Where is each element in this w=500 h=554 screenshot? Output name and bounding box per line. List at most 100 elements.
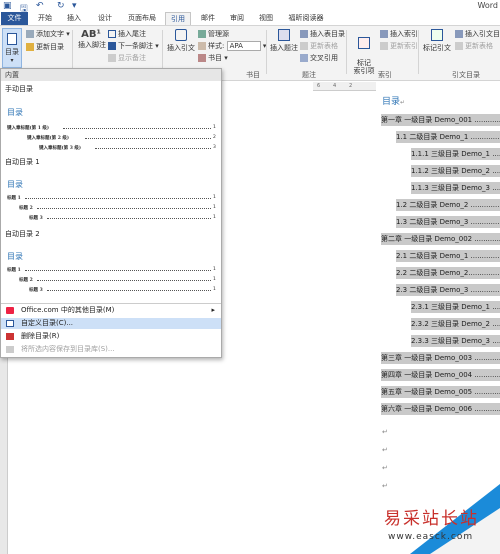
office-more-toc-item[interactable]: Office.com 中的其他目录(M) ▸ [1, 305, 221, 316]
toc-heading-text: 目录 [382, 97, 401, 107]
show-notes-icon [108, 54, 116, 62]
tab-review[interactable]: 审阅 [226, 12, 248, 25]
add-text-button[interactable]: 添加文字 ▾ [26, 29, 70, 39]
preview-title: 目录 [7, 180, 23, 189]
toc-dropdown-menu: 内置 手动目录 目录 键入章标题(第 1 级) 1 键入章标题(第 2 级) 2… [0, 68, 222, 358]
insert-caption-button[interactable]: 插入题注 [270, 29, 298, 53]
update-index-button[interactable]: 更新索引 [380, 41, 418, 51]
tab-foxit-reader[interactable]: 福昕阅读器 [283, 12, 329, 25]
toc-button[interactable]: 目录 ▾ [2, 28, 22, 68]
ruler-tick: 6 [317, 83, 321, 89]
next-footnote-button[interactable]: 下一条脚注 ▾ [108, 41, 159, 51]
captions-group-label: 题注 [302, 71, 316, 79]
chevron-right-icon: ▸ [211, 306, 215, 314]
preview-page-num: 1 [213, 205, 216, 210]
insert-caption-label: 插入题注 [270, 44, 298, 52]
update-table-icon [300, 42, 308, 50]
mark-entry-icon [358, 37, 370, 49]
tab-home[interactable]: 开始 [33, 12, 57, 25]
table-of-figures-icon [300, 30, 308, 38]
preview-leader [63, 128, 211, 129]
tab-insert[interactable]: 插入 [62, 12, 86, 25]
toc-entry-level-3[interactable]: 1.1.1 三级目录 Demo_1 .......... [411, 148, 500, 160]
chevron-down-icon: ▾ [10, 57, 14, 64]
toc-entry-level-3[interactable]: 2.3.3 三级目录 Demo_3 .......... [411, 335, 500, 347]
mark-citation-icon [431, 29, 443, 41]
update-toa-button[interactable]: 更新表格 [455, 41, 493, 51]
citations-group-label: 书目 [246, 71, 260, 79]
preview-leader [47, 290, 211, 291]
preview-leader [25, 198, 211, 199]
menu-item-label: 自定义目录(C)... [21, 319, 74, 327]
toc-entry-level-3[interactable]: 2.3.2 三级目录 Demo_2 .......... [411, 318, 500, 330]
window-title: Word [477, 1, 498, 10]
remove-toc-item[interactable]: 删除目录(R) [1, 331, 221, 342]
insert-table-of-figures-label: 插入表目录 [310, 30, 345, 38]
auto-toc-1-option[interactable]: 目录 标题 1 1 标题 2 1 标题 3 1 [5, 169, 219, 229]
tab-references[interactable]: 引用 [165, 12, 191, 25]
insert-citation-button[interactable]: 插入引文 [166, 29, 196, 53]
remove-toc-icon [6, 333, 14, 340]
tab-page-layout[interactable]: 页面布局 [124, 12, 160, 25]
toc-entry-level-1[interactable]: 第五章 一级目录 Demo_005 ............ [381, 386, 500, 398]
redo-icon[interactable]: ↻ [57, 1, 65, 11]
toc-entry-level-1[interactable]: 第六章 一级目录 Demo_006 ............ [381, 403, 500, 415]
footnote-icon: AB¹ [81, 29, 101, 40]
toc-entry-level-2[interactable]: 2.1 二级目录 Demo_1 ................ [396, 250, 500, 262]
toc-entry-level-1[interactable]: 第三章 一级目录 Demo_003 ............ [381, 352, 500, 364]
toc-entry-level-2[interactable]: 1.2 二级目录 Demo_2 ............... [396, 199, 500, 211]
toc-entry-level-2[interactable]: 2.2 二级目录 Demo_2............... [396, 267, 500, 279]
bibliography-button[interactable]: 书目 ▾ [198, 53, 228, 63]
preview-line: 键入章标题(第 3 级) [39, 146, 82, 151]
mark-citation-label: 标记引文 [423, 44, 451, 52]
cross-reference-button[interactable]: 交叉引用 [300, 53, 338, 63]
tab-view[interactable]: 视图 [255, 12, 277, 25]
auto-toc-2-option[interactable]: 目录 标题 1 1 标题 2 1 标题 3 1 [5, 241, 219, 301]
insert-endnote-button[interactable]: 插入尾注 [108, 29, 146, 39]
toc-entry-level-1[interactable]: 第二章 一级目录 Demo_002 ............ [381, 233, 500, 245]
toc-entry-level-1[interactable]: 第一章 一级目录 Demo_001 ............ [381, 114, 500, 126]
mark-citation-button[interactable]: 标记引文 [422, 29, 452, 53]
update-table-button[interactable]: 更新表格 [300, 41, 338, 51]
preview-leader [37, 208, 211, 209]
toc-entry-level-3[interactable]: 2.3.1 三级目录 Demo_1 .......... [411, 301, 500, 313]
insert-toa-button[interactable]: 插入引文目录 [455, 29, 500, 39]
custom-toc-item[interactable]: 自定义目录(C)... [1, 318, 221, 329]
style-select[interactable]: 样式: APA ▾ [198, 41, 266, 51]
menu-item-label: 删除目录(R) [21, 332, 60, 340]
update-toc-label: 更新目录 [36, 43, 64, 51]
toc-entry-level-2[interactable]: 2.3 二级目录 Demo_3 ................ [396, 284, 500, 296]
preview-line: 标题 3 [29, 288, 43, 293]
update-index-icon [380, 42, 388, 50]
insert-table-of-figures-button[interactable]: 插入表目录 [300, 29, 345, 39]
paragraph-mark: ↵ [382, 464, 388, 472]
insert-index-button[interactable]: 插入索引 [380, 29, 418, 39]
preview-page-num: 3 [213, 145, 216, 150]
manual-toc-option[interactable]: 目录 键入章标题(第 1 级) 1 键入章标题(第 2 级) 2 键入章标题(第… [5, 95, 219, 157]
undo-icon[interactable]: ↶ [36, 1, 44, 11]
insert-footnote-button[interactable]: AB¹ 插入脚注 [78, 29, 106, 50]
mark-entry-button[interactable]: 标记 索引项 [350, 29, 378, 75]
customize-qat-icon[interactable]: ▾ [72, 1, 77, 11]
toc-entry-level-2[interactable]: 1.3 二级目录 Demo_3 ............... [396, 216, 500, 228]
toc-entry-level-1[interactable]: 第四章 一级目录 Demo_004 ............ [381, 369, 500, 381]
preview-line: 标题 1 [7, 268, 21, 273]
toc-entry-level-2[interactable]: 1.1 二级目录 Demo_1 ............... [396, 131, 500, 143]
auto-toc-2-title: 自动目录 2 [5, 230, 40, 238]
menu-divider [1, 303, 221, 304]
toc-entry-level-3[interactable]: 1.1.2 三级目录 Demo_2 .......... [411, 165, 500, 177]
update-toc-button[interactable]: 更新目录 [26, 42, 64, 52]
paragraph-mark: ↵ [382, 446, 388, 454]
tab-file[interactable]: 文件 [1, 12, 28, 25]
insert-citation-label: 插入引文 [167, 44, 195, 52]
tab-mailings[interactable]: 邮件 [197, 12, 219, 25]
show-notes-button[interactable]: 显示备注 [108, 53, 146, 63]
toc-entry-level-3[interactable]: 1.1.3 三级目录 Demo_3 .......... [411, 182, 500, 194]
manage-sources-label: 管理源 [208, 30, 229, 38]
style-value[interactable]: APA [226, 41, 261, 51]
tab-design[interactable]: 设计 [93, 12, 117, 25]
index-group-label: 索引 [378, 71, 392, 79]
save-selection-to-gallery-item[interactable]: 将所选内容保存到目录库(S)... [1, 344, 221, 355]
manage-sources-button[interactable]: 管理源 [198, 29, 229, 39]
ribbon-tabs: 文件 开始 插入 设计 页面布局 引用 邮件 审阅 视图 福昕阅读器 [0, 12, 500, 25]
